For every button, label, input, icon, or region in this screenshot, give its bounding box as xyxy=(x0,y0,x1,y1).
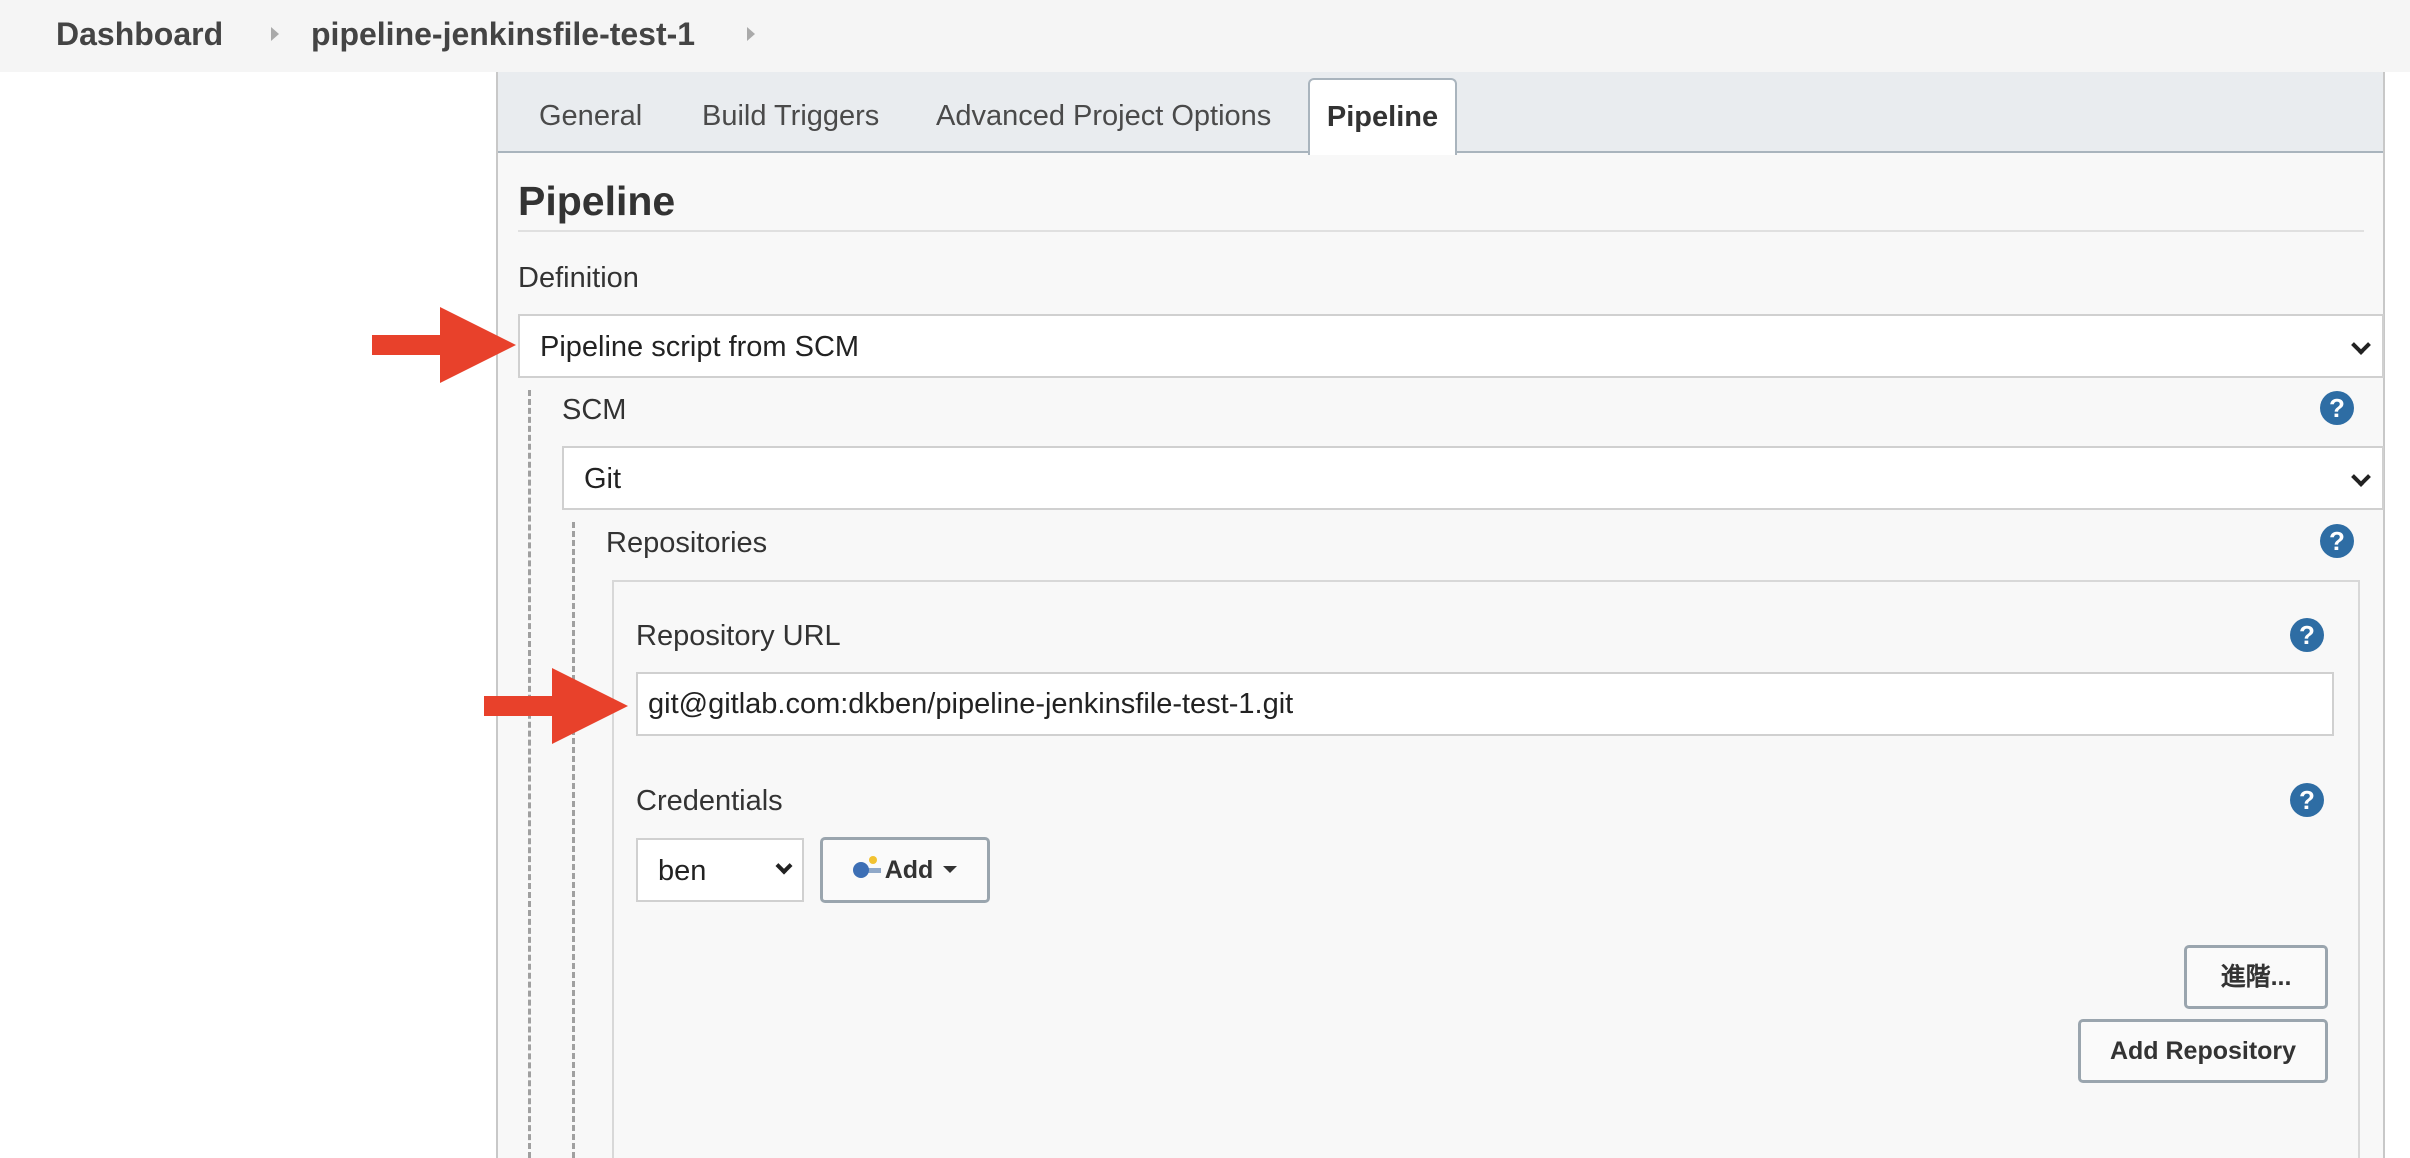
breadcrumb-separator-icon[interactable] xyxy=(271,27,279,41)
repositories-label: Repositories xyxy=(606,527,768,559)
chevron-down-icon xyxy=(2351,335,2371,355)
scm-select-value: Git xyxy=(584,463,622,495)
credentials-select-value: ben xyxy=(658,855,707,887)
caret-down-icon xyxy=(943,865,958,873)
definition-select-value: Pipeline script from SCM xyxy=(540,331,860,363)
repositories-help-icon[interactable]: ? xyxy=(2320,524,2354,558)
credentials-label: Credentials xyxy=(636,785,783,817)
definition-label: Definition xyxy=(518,262,639,294)
chevron-down-icon xyxy=(2351,467,2371,487)
tab-pipeline[interactable]: Pipeline xyxy=(1308,78,1457,155)
section-title: Pipeline xyxy=(518,178,676,224)
config-tabbar: General Build Triggers Advanced Project … xyxy=(498,72,2383,155)
credentials-select[interactable]: ben xyxy=(636,838,804,902)
key-icon xyxy=(852,856,883,879)
repository-url-help-icon[interactable]: ? xyxy=(2290,618,2324,652)
scm-select[interactable]: Git xyxy=(562,446,2384,510)
add-credentials-button[interactable]: Add xyxy=(820,837,990,903)
scm-label: SCM xyxy=(562,394,627,426)
breadcrumb-separator-icon[interactable] xyxy=(747,27,755,41)
tab-general[interactable]: General xyxy=(539,98,642,134)
credentials-help-icon[interactable]: ? xyxy=(2290,783,2324,817)
repository-url-label: Repository URL xyxy=(636,620,841,652)
nesting-guide-line xyxy=(528,390,531,1158)
tab-build-triggers[interactable]: Build Triggers xyxy=(702,98,879,134)
breadcrumb-dashboard-link[interactable]: Dashboard xyxy=(56,14,223,54)
scm-help-icon[interactable]: ? xyxy=(2320,391,2354,425)
breadcrumb-project-link[interactable]: pipeline-jenkinsfile-test-1 xyxy=(311,14,695,54)
annotation-arrow-icon xyxy=(484,668,630,744)
tab-advanced-project-options[interactable]: Advanced Project Options xyxy=(936,98,1271,134)
advanced-button[interactable]: 進階... xyxy=(2184,945,2328,1009)
definition-select[interactable]: Pipeline script from SCM xyxy=(518,314,2384,378)
repository-url-input[interactable]: git@gitlab.com:dkben/pipeline-jenkinsfil… xyxy=(636,672,2334,736)
nesting-guide-line xyxy=(572,522,575,1158)
config-panel: General Build Triggers Advanced Project … xyxy=(496,72,2385,1158)
add-credentials-label: Add xyxy=(884,856,934,884)
chevron-down-icon xyxy=(775,857,793,875)
breadcrumb: Dashboard pipeline-jenkinsfile-test-1 xyxy=(0,0,2410,72)
section-divider xyxy=(518,230,2364,232)
add-repository-button[interactable]: Add Repository xyxy=(2078,1019,2328,1083)
annotation-arrow-icon xyxy=(372,307,516,383)
